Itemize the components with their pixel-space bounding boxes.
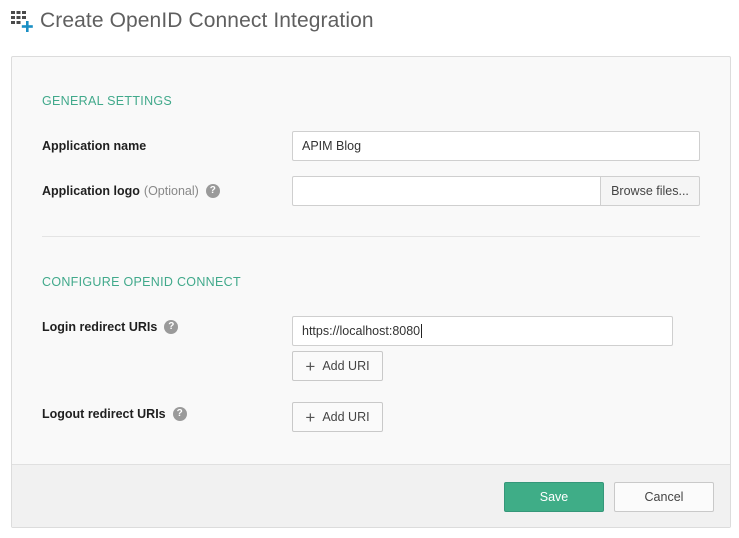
section-divider xyxy=(42,236,700,237)
application-logo-label-text: Application logo xyxy=(42,184,140,198)
application-logo-file-input[interactable] xyxy=(292,176,601,206)
integration-form-panel: GENERAL SETTINGS Application name Applic… xyxy=(11,56,731,528)
browse-files-button[interactable]: Browse files... xyxy=(600,176,700,206)
page-header: Create OpenID Connect Integration xyxy=(10,6,374,36)
help-icon[interactable]: ? xyxy=(172,407,187,421)
login-redirect-label-text: Login redirect URIs xyxy=(42,320,158,334)
page-title: Create OpenID Connect Integration xyxy=(40,9,374,32)
logout-redirect-label: Logout redirect URIs ? xyxy=(42,407,187,421)
save-button[interactable]: Save xyxy=(504,482,604,512)
login-redirect-uri-value: https://localhost:8080 xyxy=(302,324,421,338)
logout-redirect-label-text: Logout redirect URIs xyxy=(42,407,166,421)
help-icon[interactable]: ? xyxy=(205,184,220,198)
plus-icon: + xyxy=(305,356,316,376)
login-redirect-uri-input[interactable]: https://localhost:8080 xyxy=(292,316,673,346)
form-footer: Save Cancel xyxy=(12,464,730,527)
add-login-uri-label: Add URI xyxy=(322,359,370,373)
general-settings-heading: GENERAL SETTINGS xyxy=(42,94,173,108)
help-icon[interactable]: ? xyxy=(164,320,179,334)
optional-tag: (Optional) xyxy=(143,184,199,198)
application-name-input[interactable] xyxy=(292,131,700,161)
text-cursor xyxy=(421,324,423,338)
apps-add-icon xyxy=(10,9,34,33)
add-logout-uri-button[interactable]: + Add URI xyxy=(292,402,383,432)
application-name-label-text: Application name xyxy=(42,139,147,153)
add-login-uri-button[interactable]: + Add URI xyxy=(292,351,383,381)
configure-openid-heading: CONFIGURE OPENID CONNECT xyxy=(42,275,241,289)
cancel-button[interactable]: Cancel xyxy=(614,482,714,512)
login-redirect-label: Login redirect URIs ? xyxy=(42,320,179,334)
application-name-label: Application name xyxy=(42,139,146,153)
plus-icon: + xyxy=(305,407,316,427)
application-logo-label: Application logo (Optional) ? xyxy=(42,184,220,198)
add-logout-uri-label: Add URI xyxy=(322,410,370,424)
